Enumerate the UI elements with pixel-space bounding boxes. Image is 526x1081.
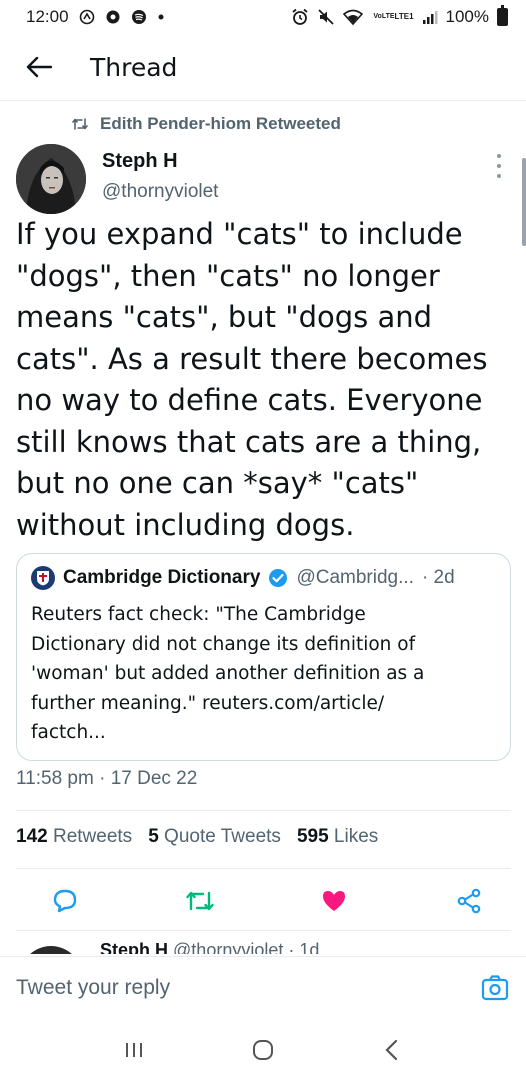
quote-author-name: Cambridge Dictionary [63, 567, 261, 588]
comment-icon [53, 889, 77, 913]
retweet-icon [72, 118, 88, 130]
page-title: Thread [90, 52, 178, 82]
header-divider [0, 100, 526, 101]
more-options-button[interactable] [494, 154, 504, 178]
retweet-context[interactable]: Edith Pender-hiom Retweeted [72, 114, 341, 134]
status-time: 12:00 [26, 7, 69, 26]
verified-badge-icon [269, 569, 288, 587]
share-button[interactable] [452, 884, 486, 918]
more-dot-icon [497, 154, 501, 158]
next-tweet-time: · 1d [288, 940, 320, 954]
lte-label: LTE1 [394, 12, 414, 21]
divider [16, 810, 511, 811]
retweet-icon [185, 891, 214, 911]
next-tweet-header: Steph H @thornyviolet · 1d [100, 940, 319, 954]
chevron-left-icon [385, 1039, 397, 1060]
battery-percent: 100% [445, 7, 489, 26]
money-app-icon [79, 9, 95, 25]
likes-stat[interactable]: 595 Likes [297, 826, 378, 848]
mute-icon [317, 8, 335, 26]
status-left: 12:00 [26, 7, 165, 27]
quote-tweets-stat[interactable]: 5 Quote Tweets [148, 826, 281, 848]
retweets-stat[interactable]: 142 Retweets [16, 826, 132, 848]
quoted-tweet-card[interactable]: Cambridge Dictionary @Cambridg... · 2d R… [16, 553, 511, 761]
author-name[interactable]: Steph H [102, 150, 218, 173]
retweets-label: Retweets [52, 826, 133, 847]
spotify-icon [131, 9, 147, 25]
avatar[interactable] [16, 144, 86, 214]
recent-apps-button[interactable] [114, 1030, 154, 1070]
retweet-button[interactable] [183, 884, 217, 918]
quote-author-handle: @Cambridg... [296, 567, 414, 588]
system-back-button[interactable] [372, 1030, 412, 1070]
retweeted-by-label: Edith Pender-hiom Retweeted [100, 114, 341, 133]
more-dot-icon [497, 164, 501, 168]
system-nav-bar [0, 1018, 526, 1081]
avatar-image [16, 144, 86, 214]
retweets-count: 142 [16, 826, 48, 847]
author-handle[interactable]: @thornyviolet [102, 181, 218, 203]
status-bar: 12:00 VoLTE LTE1 100% [0, 0, 526, 34]
divider [16, 868, 511, 869]
arrow-left-icon [26, 56, 52, 78]
quote-avatar [31, 566, 55, 590]
cambridge-crest-icon [37, 571, 49, 586]
quote-time: · 2d [421, 567, 455, 588]
top-app-bar: Thread [0, 34, 526, 100]
status-right: VoLTE LTE1 100% [291, 5, 508, 27]
signal-icon [422, 9, 438, 25]
location-icon [105, 9, 121, 25]
volte-label: VoLTE [373, 13, 395, 20]
likes-count: 595 [296, 826, 329, 847]
reply-bar [0, 956, 526, 1018]
divider [16, 930, 511, 931]
alarm-icon [291, 8, 309, 26]
reply-input[interactable] [16, 975, 436, 1000]
author-block[interactable]: Steph H @thornyviolet [102, 150, 218, 203]
tweet-actions [48, 884, 486, 918]
tweet-text: If you expand "cats" to include "dogs", … [16, 217, 488, 542]
next-tweet-peek[interactable]: Steph H @thornyviolet · 1d [16, 938, 511, 954]
battery-icon [497, 5, 508, 26]
wifi-icon [343, 8, 365, 26]
share-icon [457, 888, 481, 914]
heart-icon [323, 891, 346, 911]
next-author-handle: @thornyviolet [173, 940, 284, 954]
back-button[interactable] [22, 50, 56, 84]
dot-icon [157, 13, 165, 21]
recents-icon [126, 1042, 143, 1057]
scrollbar[interactable] [522, 158, 526, 246]
camera-icon [481, 975, 509, 1001]
more-dot-icon [497, 174, 501, 178]
quote-tweets-label: Quote Tweets [164, 826, 281, 847]
tweet-timestamp: 11:58 pm · 17 Dec 22 [16, 768, 198, 789]
home-button[interactable] [243, 1030, 283, 1070]
likes-label: Likes [333, 826, 379, 847]
avatar[interactable] [20, 946, 82, 954]
quote-text: Reuters fact check: "The Cambridge Dicti… [31, 604, 425, 743]
quote-tweets-count: 5 [148, 826, 159, 847]
quote-header: Cambridge Dictionary @Cambridg... · 2d [31, 566, 496, 590]
like-button[interactable] [317, 884, 351, 918]
home-icon [252, 1039, 273, 1060]
camera-button[interactable] [480, 973, 510, 1003]
reply-button[interactable] [48, 884, 82, 918]
tweet-stats: 142 Retweets 5 Quote Tweets 595 Likes [16, 826, 378, 848]
next-author-name: Steph H [100, 940, 169, 954]
network-label: VoLTE LTE1 [373, 13, 413, 21]
